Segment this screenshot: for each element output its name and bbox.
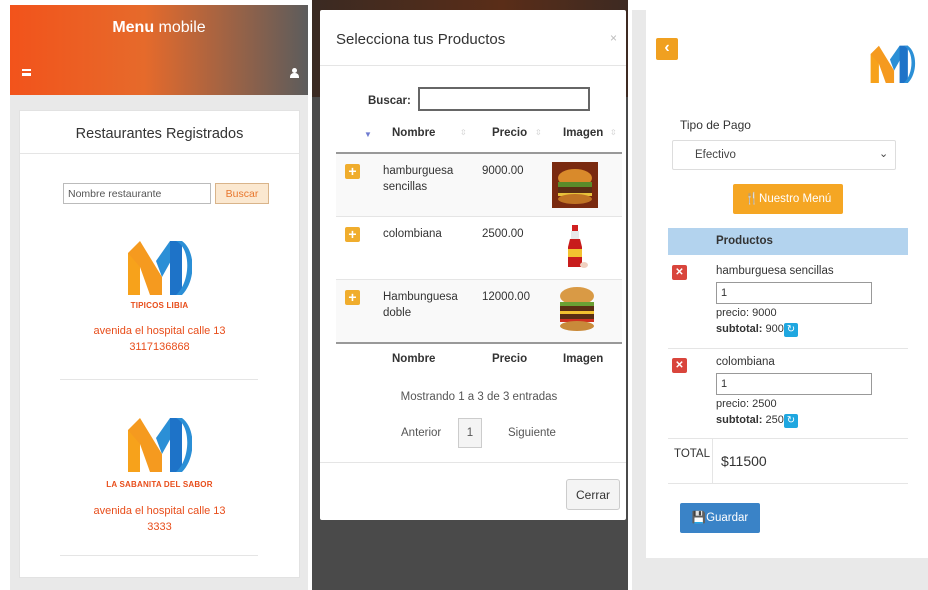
column-header-price[interactable]: Precio (492, 127, 527, 139)
restaurant-name: LA SABANITA DEL SABOR (106, 480, 213, 489)
item-name: hamburguesa sencillas (716, 265, 834, 277)
add-product-button[interactable]: + (345, 164, 360, 179)
order-item: ✕ hamburguesa sencillas precio: 9000 sub… (668, 255, 908, 348)
products-header: Productos (668, 228, 908, 255)
divider (60, 555, 258, 556)
product-name: hamburguesa sencillas (383, 165, 454, 193)
product-name: colombiana (383, 228, 442, 240)
order-screen: ‹ Tipo de Pago Efectivo ⌄ 🍴Nuestro Menú … (632, 10, 928, 590)
save-icon: 💾 (691, 512, 707, 524)
card-title: Restaurantes Registrados (75, 126, 244, 142)
order-item: ✕ colombiana precio: 2500 subtotal: 2500… (668, 348, 908, 438)
sort-icon[interactable]: ⇳ (535, 128, 542, 137)
item-subtotal: subtotal: 9000 (716, 323, 790, 335)
pagination-previous[interactable]: Anterior (401, 427, 441, 439)
restaurant-name: TIPICOS LIBIA (130, 301, 189, 310)
add-product-button[interactable]: + (345, 290, 360, 305)
item-subtotal: subtotal: 2500 (716, 414, 790, 426)
item-price: precio: 9000 (716, 307, 777, 319)
chevron-down-icon: ⌄ (879, 148, 889, 160)
product-price: 12000.00 (482, 291, 530, 303)
our-menu-label: Nuestro Menú (759, 193, 832, 205)
product-price: 2500.00 (482, 228, 524, 240)
refresh-icon[interactable]: ↻ (784, 414, 798, 428)
divider (320, 462, 626, 463)
restaurant-logo (128, 418, 192, 472)
app-title-bold: Menu (112, 19, 155, 36)
restaurant-search-input[interactable] (63, 183, 211, 204)
divider (668, 438, 908, 439)
products-header-label: Productos (716, 235, 773, 247)
double-burger-image (560, 287, 594, 331)
restaurant-phone: 3117136868 (129, 341, 190, 353)
divider (668, 483, 908, 484)
remove-item-button[interactable]: ✕ (672, 265, 687, 280)
search-label: Buscar: (368, 95, 411, 107)
search-button[interactable]: Buscar (215, 183, 269, 204)
divider (712, 438, 713, 483)
soda-bottle-image (568, 225, 588, 268)
save-button[interactable]: 💾Guardar (680, 503, 760, 533)
total-label: TOTAL (674, 448, 710, 460)
table-row: + hamburguesa sencillas 9000.00 (336, 154, 622, 216)
divider (336, 342, 622, 344)
divider (20, 153, 299, 154)
column-header-image[interactable]: Imagen (563, 127, 603, 139)
product-price: 9000.00 (482, 165, 524, 177)
save-label: Guardar (706, 512, 749, 524)
add-product-button[interactable]: + (345, 227, 360, 242)
column-footer-name: Nombre (392, 353, 436, 365)
pagination-page[interactable]: 1 (458, 418, 482, 448)
table-info: Mostrando 1 a 3 de 3 entradas (400, 391, 558, 403)
products-modal: Selecciona tus Productos × Buscar: ▼ Nom… (320, 10, 626, 520)
restaurant-address: avenida el hospital calle 13 (93, 325, 226, 337)
payment-type-label: Tipo de Pago (680, 118, 751, 132)
column-footer-image: Imagen (563, 353, 604, 365)
burger-image (552, 162, 598, 208)
payment-type-select[interactable]: Efectivo ⌄ (672, 140, 896, 170)
column-footer-price: Precio (492, 353, 528, 365)
restaurant-phone: 3333 (147, 521, 172, 533)
quantity-input[interactable] (716, 373, 872, 395)
app-header: Menu mobile (10, 5, 308, 95)
user-icon[interactable] (290, 68, 299, 78)
app-logo (870, 45, 916, 83)
utensils-icon: 🍴 (744, 193, 760, 205)
item-name: colombiana (716, 356, 775, 368)
sort-icon[interactable]: ⇳ (460, 128, 467, 137)
pagination-next[interactable]: Siguiente (508, 427, 556, 439)
table-row: + colombiana 2500.00 (336, 217, 622, 279)
close-icon[interactable]: × (610, 31, 617, 45)
restaurant-logo (128, 241, 192, 295)
sort-icon[interactable]: ⇳ (610, 128, 617, 137)
remove-item-button[interactable]: ✕ (672, 358, 687, 373)
hamburger-menu-icon[interactable] (22, 69, 31, 76)
close-button[interactable]: Cerrar (566, 479, 620, 510)
column-header-name[interactable]: Nombre (392, 127, 435, 139)
quantity-input[interactable] (716, 282, 872, 304)
app-title: Menu mobile (10, 19, 308, 37)
our-menu-button[interactable]: 🍴Nuestro Menú (733, 184, 843, 214)
restaurants-card: Restaurantes Registrados Buscar TIPICOS … (19, 110, 300, 578)
refresh-icon[interactable]: ↻ (784, 323, 798, 337)
table-search-input[interactable] (418, 87, 590, 111)
chevron-left-icon[interactable]: ‹ (656, 38, 678, 60)
app-title-rest: mobile (154, 19, 206, 36)
sort-desc-icon[interactable]: ▼ (364, 130, 372, 139)
item-price: precio: 2500 (716, 398, 777, 410)
payment-type-value: Efectivo (695, 149, 736, 161)
product-name: Hambunguesa doble (383, 291, 458, 319)
table-row: + Hambunguesa doble 12000.00 (336, 280, 622, 342)
restaurants-screen: Menu mobile Restaurantes Registrados Bus… (10, 5, 308, 590)
divider (320, 65, 626, 66)
total-value: $11500 (721, 453, 767, 469)
modal-title: Selecciona tus Productos (336, 31, 506, 48)
restaurant-address: avenida el hospital calle 13 (93, 505, 226, 517)
divider (60, 379, 258, 380)
